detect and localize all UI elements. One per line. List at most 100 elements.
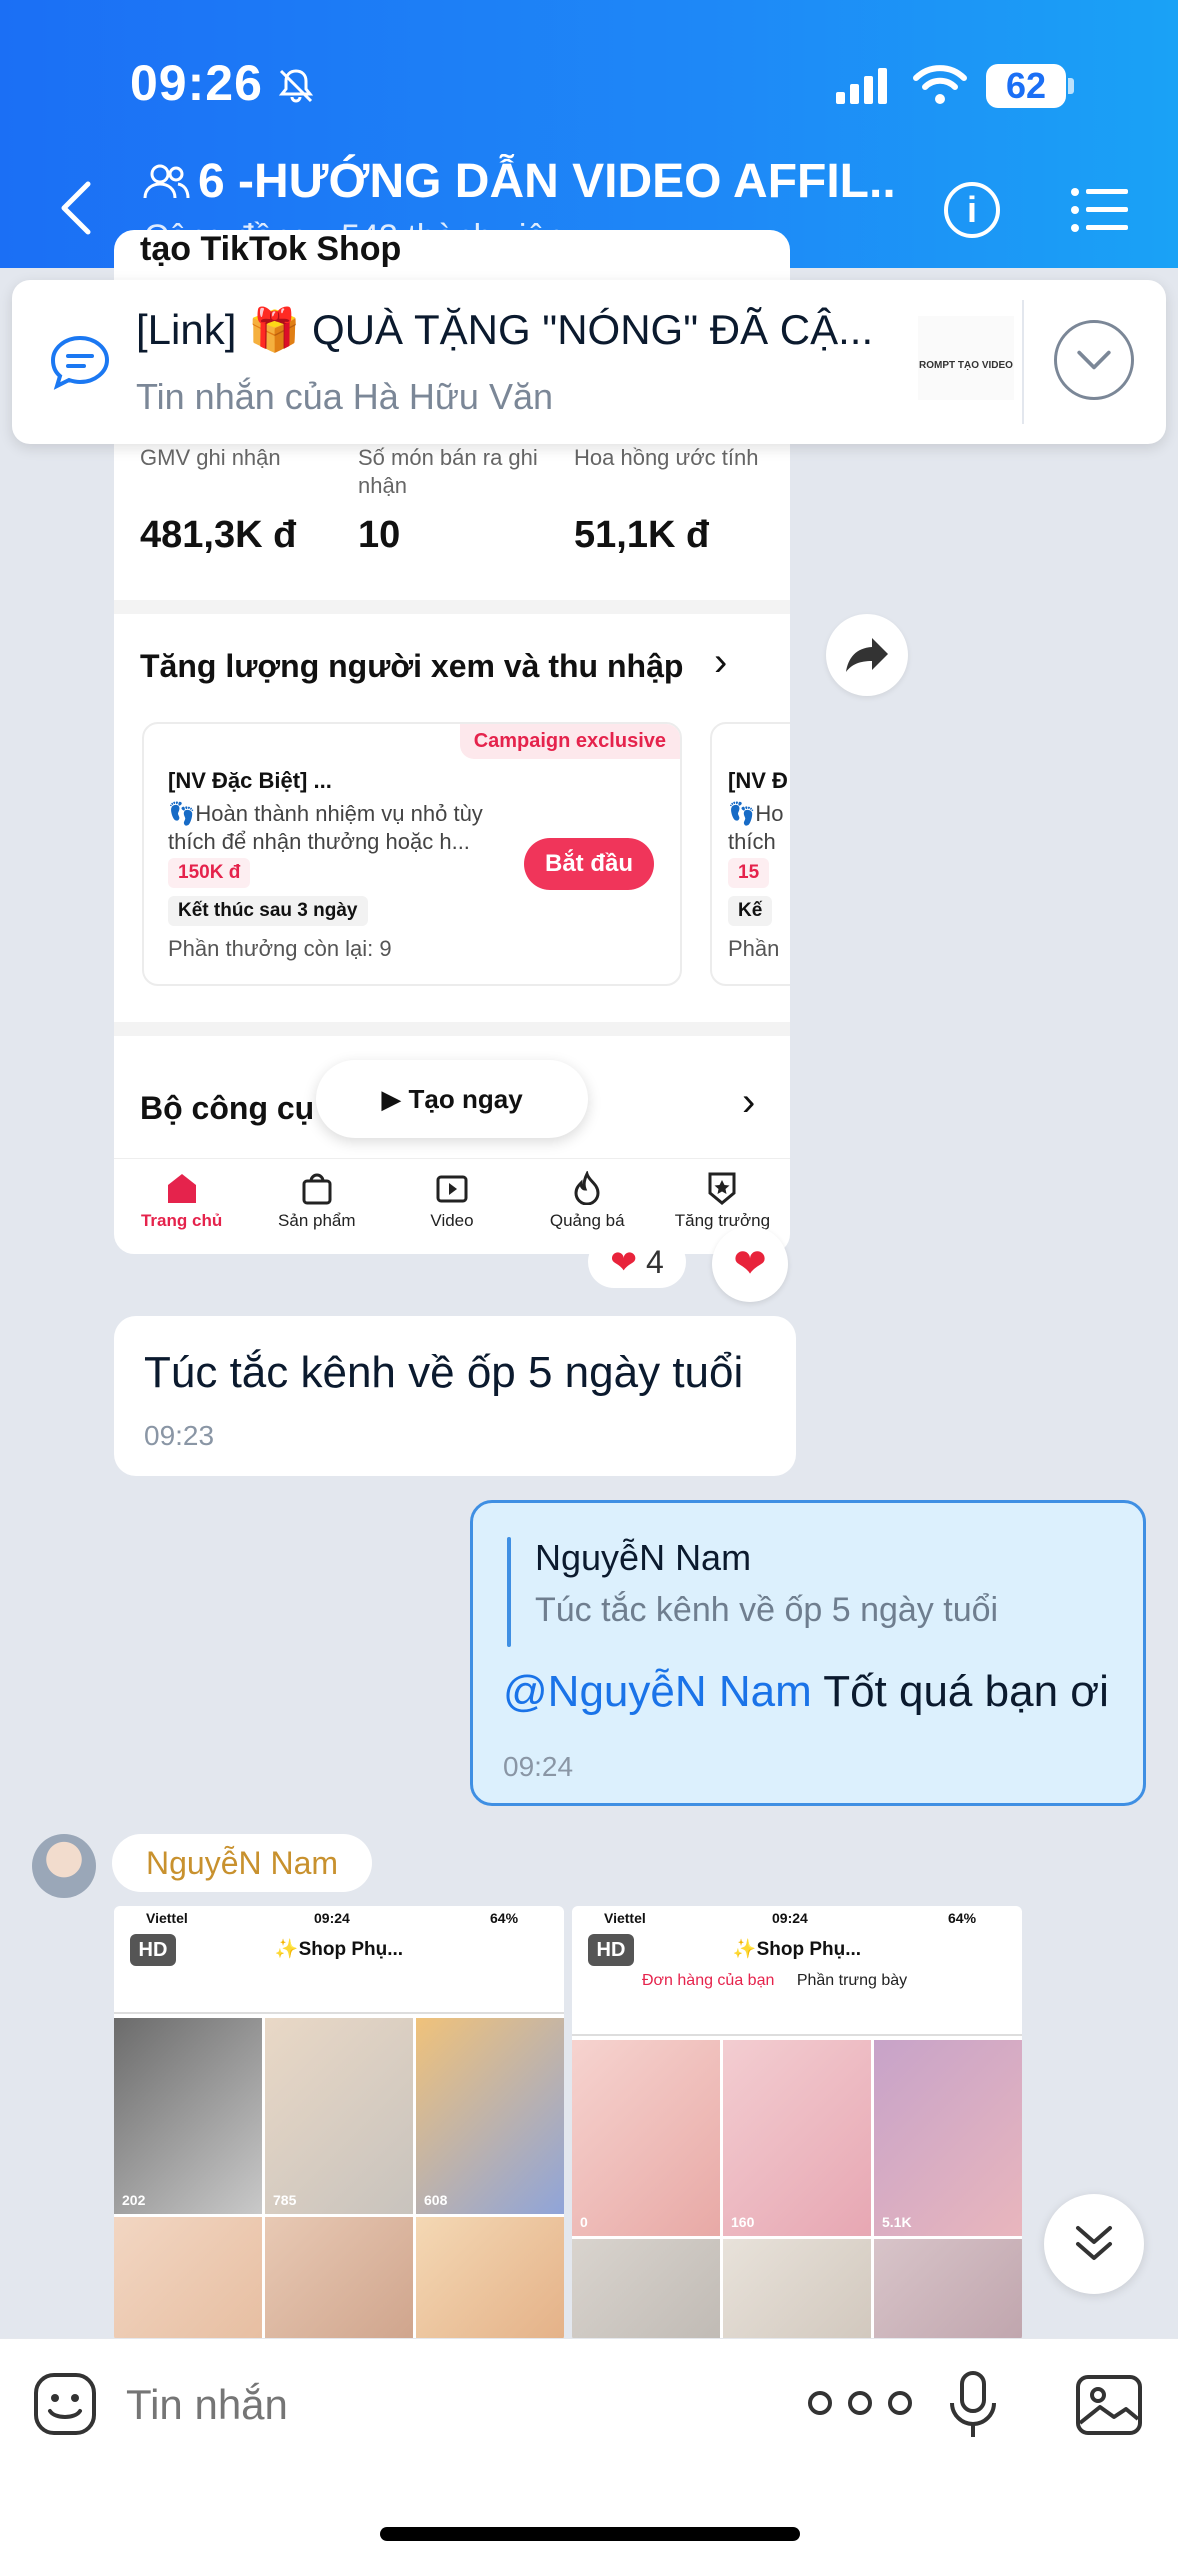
photo-shop-title: ✨Shop Phụ... (274, 1939, 404, 1960)
pinned-message-banner[interactable]: [Link] 🎁 QUÀ TẶNG "NÓNG" ĐÃ CẬ... Tin nh… (12, 280, 1166, 444)
grid-cell (572, 2239, 720, 2342)
shopping-bag-icon (302, 1173, 332, 1205)
react-heart-button[interactable]: ❤ (712, 1226, 788, 1302)
photo-grid: 202 785 608 (114, 2018, 564, 2342)
grid-cell (114, 2217, 262, 2342)
group-icon (143, 164, 190, 199)
photo-tab-row (114, 1978, 564, 2014)
photo-battery: 64% (948, 1910, 977, 1926)
task2-reward: 15 (728, 858, 770, 888)
back-arrow-icon[interactable] (56, 178, 96, 238)
avatar[interactable] (32, 1834, 96, 1898)
view-count: 5.1K (882, 2214, 912, 2230)
forward-share-icon[interactable] (826, 614, 908, 696)
shop-top-text: tạo TikTok Shop (140, 230, 402, 268)
task2-ends: Kế (728, 896, 773, 926)
view-count: 608 (424, 2192, 448, 2208)
status-time: 09:26 (130, 55, 263, 111)
task2-title: [NV Đ (728, 768, 788, 793)
pinned-title: [Link] 🎁 QUÀ TẶNG "NÓNG" ĐÃ CẬ... (136, 306, 874, 353)
grid-cell: 202 (114, 2018, 262, 2214)
nav-label: Sản phẩm (278, 1211, 356, 1230)
photo-status-bar: Viettel 09:24 64% (114, 1906, 564, 1928)
hd-badge: HD (130, 1934, 176, 1966)
grid-cell (265, 2217, 413, 2342)
reaction-count-value: 4 (645, 1244, 664, 1280)
heart-icon: ❤ (610, 1244, 638, 1280)
message-input[interactable] (126, 2375, 726, 2435)
flame-icon (574, 1171, 600, 1205)
incoming-message[interactable]: Túc tắc kênh về ốp 5 ngày tuổi 09:23 (114, 1316, 796, 1476)
grid-cell: 785 (265, 2018, 413, 2214)
task-title: [NV Đặc Biệt] ... (168, 768, 332, 793)
mention-link[interactable]: @NguyễN Nam (503, 1667, 812, 1716)
bell-muted-icon (278, 69, 314, 103)
task-desc: 👣Hoàn thành nhiệm vụ nhỏ tùy thích để nh… (168, 801, 483, 854)
message-input-bar (0, 2338, 1178, 2560)
sender-name[interactable]: NguyễN Nam (112, 1834, 373, 1892)
battery-indicator: 62 (986, 64, 1066, 108)
nav-label: Trang chủ (140, 1211, 223, 1230)
ends-pill: Kết thúc sau 3 ngày (168, 896, 368, 926)
reply-text: @NguyễN Nam Tốt quá bạn ơi (503, 1667, 1109, 1717)
stat-label-commission: Hoa hồng ước tính (574, 445, 759, 470)
create-now-label: Tạo ngay (408, 1084, 523, 1114)
list-menu-icon[interactable] (1070, 186, 1128, 234)
showcase-link: Phần trưng bày (796, 1972, 908, 1989)
video-icon (436, 1175, 468, 1203)
nav-label: Video (430, 1211, 474, 1230)
message-time: 09:23 (144, 1420, 215, 1451)
shop-bottom-nav: Trang chủ Sản phẩm Video Quảng bá Tăng t… (114, 1158, 790, 1254)
photo-thumbnail[interactable]: Viettel 09:24 64% ✨Shop Phụ... HD Đơn hà… (572, 1906, 1022, 2342)
divider (1022, 300, 1024, 424)
section-title: Tăng lượng người xem và thu nhập (140, 648, 684, 684)
battery-tip (1068, 78, 1074, 94)
grid-cell: 5.1K (874, 2040, 1022, 2236)
info-button[interactable]: i (944, 182, 1000, 238)
stat-value-items: 10 (358, 514, 401, 556)
image-icon[interactable] (1074, 2373, 1144, 2437)
photo-sub-links: Đơn hàng của bạn Phần trưng bày (642, 1972, 907, 1990)
sticker-emoji-icon[interactable] (32, 2371, 98, 2437)
chat-bubble-icon (50, 335, 110, 390)
chat-header: 09:26 62 6 -HƯỚNG DẪN VIDEO AFFIL... Cộn… (0, 0, 1178, 268)
pinned-thumbnail: ROMPT TẠO VIDEO (918, 316, 1014, 400)
chat-title[interactable]: 6 -HƯỚNG DẪN VIDEO AFFIL... (198, 154, 898, 209)
scroll-down-icon[interactable] (1044, 2194, 1144, 2294)
task2-desc: 👣Ho thích (728, 801, 784, 854)
remaining-rewards: Phần thưởng còn lại: 9 (168, 936, 392, 961)
photo-shop-title: ✨Shop Phụ... (732, 1939, 862, 1960)
photo-thumbnail[interactable]: Viettel 09:24 64% ✨Shop Phụ... HD 202 78… (114, 1906, 564, 2342)
photo-carrier: Viettel (146, 1910, 188, 1926)
view-count: 785 (273, 2192, 297, 2208)
view-count: 160 (731, 2214, 755, 2230)
photo-tab-row (572, 2000, 1022, 2036)
quote-text: Túc tắc kênh về ốp 5 ngày tuổi (535, 1591, 999, 1629)
outgoing-reply-message[interactable]: NguyễN Nam Túc tắc kênh về ốp 5 ngày tuổ… (470, 1500, 1146, 1806)
quote-bar (507, 1537, 511, 1647)
reward-pill: 150K đ (168, 858, 251, 888)
photo-status-bar: Viettel 09:24 64% (572, 1906, 1022, 1928)
grid-cell (416, 2217, 564, 2342)
more-options-icon[interactable] (800, 2383, 920, 2423)
chevron-down-icon[interactable] (1054, 320, 1134, 400)
cellular-signal-icon (836, 68, 887, 104)
campaign-badge: Campaign exclusive (459, 724, 680, 759)
reaction-count[interactable]: ❤ 4 (588, 1236, 686, 1288)
reply-body: Tốt quá bạn ơi (811, 1667, 1109, 1716)
stat-value-gmv: 481,3K đ (140, 514, 297, 556)
section-divider (114, 600, 790, 614)
photo-grid: 0 160 5.1K (572, 2040, 1022, 2342)
start-button: Bắt đầu (524, 838, 654, 890)
home-indicator (380, 2527, 800, 2541)
grid-cell (723, 2239, 871, 2342)
nav-home: Trang chủ (114, 1159, 249, 1254)
orders-link: Đơn hàng của bạn (642, 1972, 775, 1989)
view-count: 0 (580, 2214, 588, 2230)
nav-label: Quảng bá (549, 1211, 625, 1230)
microphone-icon[interactable] (944, 2369, 1004, 2441)
grid-cell (874, 2239, 1022, 2342)
photo-battery: 64% (490, 1910, 519, 1926)
grid-cell: 608 (416, 2018, 564, 2214)
photo-carrier: Viettel (604, 1910, 646, 1926)
